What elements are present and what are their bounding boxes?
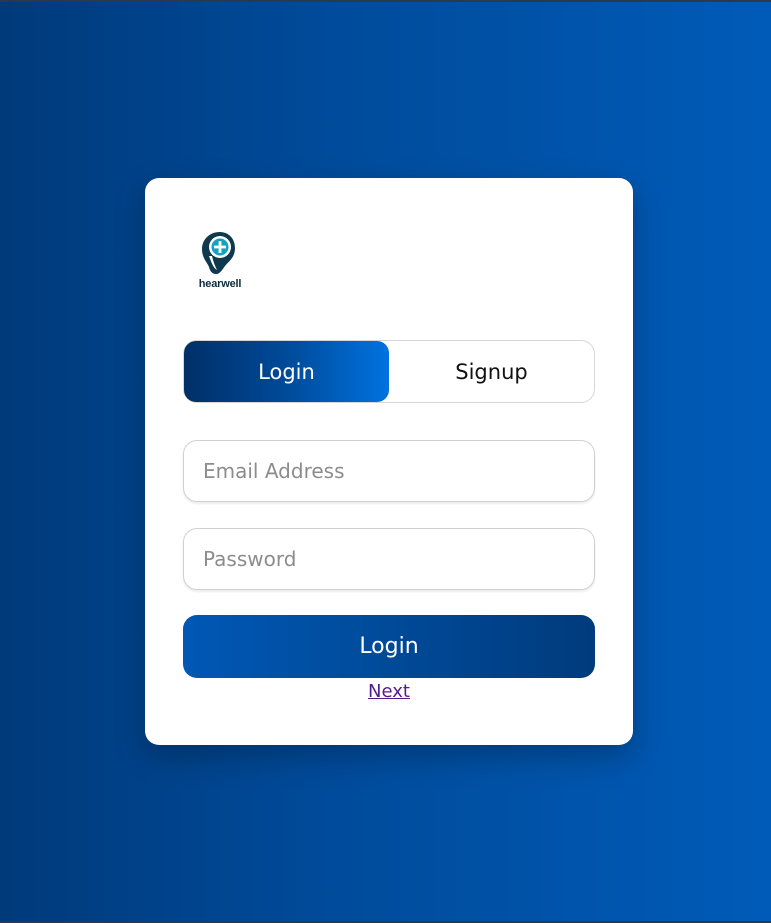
email-field[interactable] [183,440,595,502]
next-link[interactable]: Next [145,681,633,702]
ear-plus-icon [202,232,235,274]
brand-name: hearwell [198,278,242,290]
login-card: hearwell Login Signup Login Next [145,178,633,745]
brand-logo: hearwell [195,228,245,294]
tab-signup[interactable]: Signup [389,341,594,402]
tab-login[interactable]: Login [184,341,389,402]
password-field[interactable] [183,528,595,590]
login-button[interactable]: Login [183,615,595,678]
auth-tabs: Login Signup [183,340,595,403]
window-top-border [0,0,771,2]
